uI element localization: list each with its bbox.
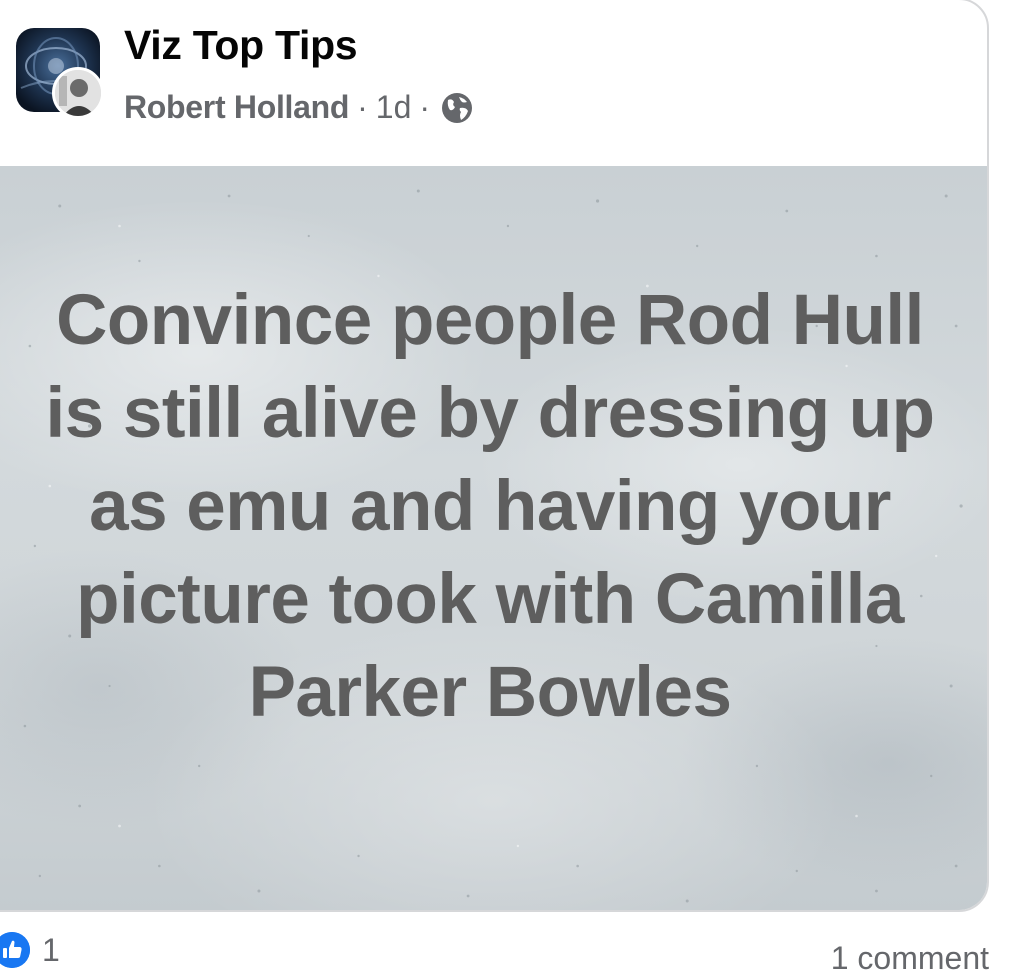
post-image[interactable]: Convince people Rod Hull is still alive … [0,166,987,910]
author-avatar[interactable] [52,67,104,119]
like-count: 1 [42,932,60,968]
group-name[interactable]: Viz Top Tips [124,22,358,69]
post-card: Viz Top Tips Robert Holland · 1d · Convi… [0,0,989,912]
meta-separator: · [357,89,368,125]
like-icon [0,932,30,968]
post-meta: Robert Holland · 1d · [124,89,474,126]
post-text: Convince people Rod Hull is still alive … [45,281,935,732]
globe-icon[interactable] [440,91,474,125]
reactions-summary[interactable]: 1 [0,930,60,970]
post-age[interactable]: 1d [376,89,412,126]
post-header: Viz Top Tips Robert Holland · 1d · [0,0,987,168]
meta-separator: · [419,89,431,125]
page: Viz Top Tips Robert Holland · 1d · Convi… [0,0,1025,970]
author-name[interactable]: Robert Holland [124,89,349,126]
comment-count-link[interactable]: 1 comment [831,938,989,970]
